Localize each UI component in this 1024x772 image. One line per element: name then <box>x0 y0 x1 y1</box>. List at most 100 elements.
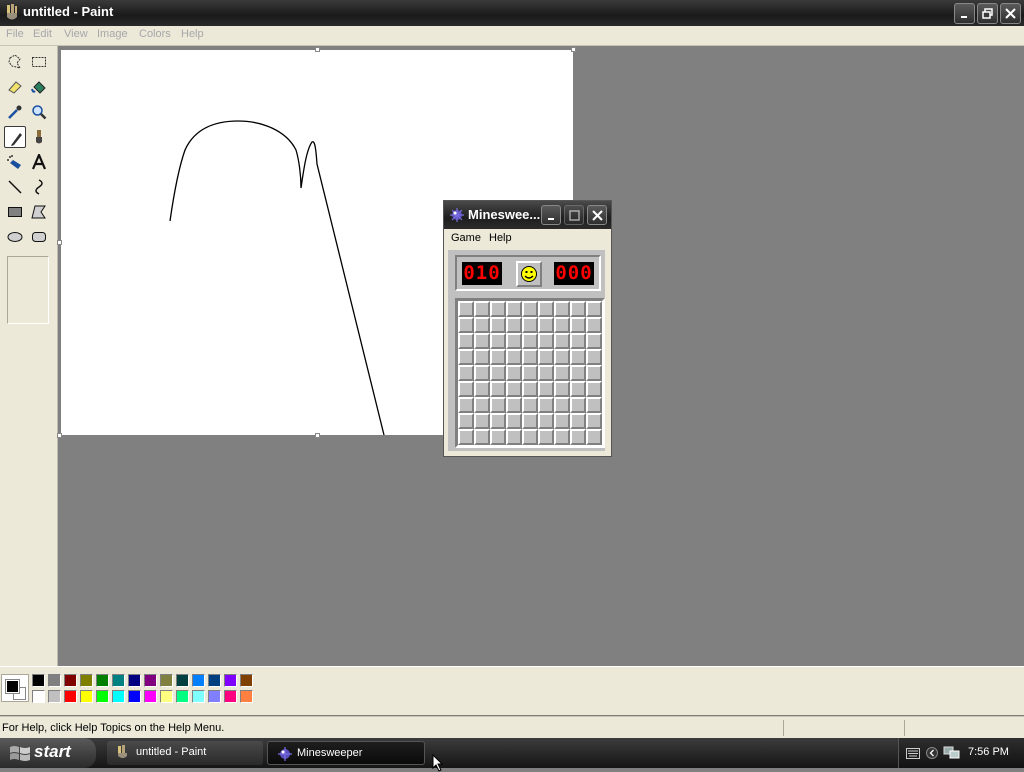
tool-options-box[interactable] <box>7 256 49 324</box>
mine-cell[interactable] <box>554 413 570 429</box>
palette-swatch[interactable] <box>80 674 93 687</box>
mine-cell[interactable] <box>586 429 602 445</box>
mine-cell[interactable] <box>506 413 522 429</box>
menu-help[interactable]: Help <box>489 232 512 244</box>
taskbar-item-minesweeper[interactable]: Minesweeper <box>267 741 425 765</box>
fill-tool[interactable] <box>28 76 50 98</box>
mine-cell[interactable] <box>506 397 522 413</box>
mine-cell[interactable] <box>586 333 602 349</box>
mine-cell[interactable] <box>522 397 538 413</box>
mine-cell[interactable] <box>586 413 602 429</box>
palette-swatch[interactable] <box>96 674 109 687</box>
mine-cell[interactable] <box>570 349 586 365</box>
mine-cell[interactable] <box>458 413 474 429</box>
palette-swatch[interactable] <box>240 674 253 687</box>
palette-swatch[interactable] <box>144 690 157 703</box>
brush-tool[interactable] <box>28 126 50 148</box>
palette-swatch[interactable] <box>160 674 173 687</box>
menu-colors[interactable]: Colors <box>139 28 171 40</box>
palette-swatch[interactable] <box>48 690 61 703</box>
palette-swatch[interactable] <box>64 674 77 687</box>
mine-cell[interactable] <box>554 397 570 413</box>
mine-cell[interactable] <box>570 397 586 413</box>
palette-swatch[interactable] <box>32 690 45 703</box>
close-button[interactable] <box>587 205 607 225</box>
text-tool[interactable] <box>28 151 50 173</box>
palette-swatch[interactable] <box>96 690 109 703</box>
mine-cell[interactable] <box>490 413 506 429</box>
mine-cell[interactable] <box>554 381 570 397</box>
rounded-rectangle-tool[interactable] <box>28 226 50 248</box>
mine-cell[interactable] <box>522 301 538 317</box>
current-colors[interactable] <box>1 674 29 702</box>
free-form-select-tool[interactable] <box>4 51 26 73</box>
mine-cell[interactable] <box>554 365 570 381</box>
palette-swatch[interactable] <box>80 690 93 703</box>
mine-cell[interactable] <box>538 301 554 317</box>
mine-cell[interactable] <box>474 381 490 397</box>
mine-cell[interactable] <box>506 349 522 365</box>
show-hidden-icons-chevron-icon[interactable] <box>926 746 938 760</box>
mine-cell[interactable] <box>522 349 538 365</box>
close-button[interactable] <box>1000 3 1021 24</box>
mine-cell[interactable] <box>586 317 602 333</box>
menu-file[interactable]: File <box>6 28 24 40</box>
minesweeper-title-bar[interactable]: Minesweе... <box>444 201 611 229</box>
line-tool[interactable] <box>4 176 26 198</box>
mine-cell[interactable] <box>458 317 474 333</box>
canvas-resize-handle[interactable] <box>315 433 320 438</box>
keyboard-icon[interactable] <box>906 748 920 760</box>
mine-cell[interactable] <box>490 365 506 381</box>
mine-cell[interactable] <box>554 429 570 445</box>
palette-swatch[interactable] <box>160 690 173 703</box>
polygon-tool[interactable] <box>28 201 50 223</box>
airbrush-tool[interactable] <box>4 151 26 173</box>
mine-cell[interactable] <box>506 429 522 445</box>
palette-swatch[interactable] <box>128 690 141 703</box>
pencil-tool[interactable] <box>4 126 26 148</box>
mine-cell[interactable] <box>522 413 538 429</box>
network-icon[interactable] <box>943 745 961 761</box>
mine-cell[interactable] <box>458 349 474 365</box>
mine-cell[interactable] <box>490 349 506 365</box>
ellipse-tool[interactable] <box>4 226 26 248</box>
mine-cell[interactable] <box>490 397 506 413</box>
mine-cell[interactable] <box>490 429 506 445</box>
mine-cell[interactable] <box>554 317 570 333</box>
eraser-tool[interactable] <box>4 76 26 98</box>
palette-swatch[interactable] <box>176 690 189 703</box>
mine-cell[interactable] <box>538 381 554 397</box>
start-button[interactable]: start <box>0 738 96 768</box>
mine-cell[interactable] <box>554 301 570 317</box>
mine-cell[interactable] <box>538 413 554 429</box>
mine-cell[interactable] <box>490 301 506 317</box>
menu-help[interactable]: Help <box>181 28 204 40</box>
mine-cell[interactable] <box>586 397 602 413</box>
mine-cell[interactable] <box>490 317 506 333</box>
mine-cell[interactable] <box>586 381 602 397</box>
curve-tool[interactable] <box>28 176 50 198</box>
mine-cell[interactable] <box>586 301 602 317</box>
mine-cell[interactable] <box>538 365 554 381</box>
new-game-button[interactable] <box>516 261 542 287</box>
mine-cell[interactable] <box>474 429 490 445</box>
palette-swatch[interactable] <box>32 674 45 687</box>
mine-cell[interactable] <box>570 413 586 429</box>
mine-cell[interactable] <box>586 365 602 381</box>
mine-cell[interactable] <box>538 397 554 413</box>
palette-swatch[interactable] <box>224 674 237 687</box>
taskbar-item-paint[interactable]: untitled - Paint <box>107 741 263 765</box>
mine-cell[interactable] <box>538 333 554 349</box>
mine-cell[interactable] <box>458 301 474 317</box>
mine-cell[interactable] <box>538 317 554 333</box>
palette-swatch[interactable] <box>208 674 221 687</box>
palette-swatch[interactable] <box>112 690 125 703</box>
canvas-resize-handle[interactable] <box>57 433 62 438</box>
palette-swatch[interactable] <box>128 674 141 687</box>
menu-game[interactable]: Game <box>451 232 481 244</box>
menu-edit[interactable]: Edit <box>33 28 52 40</box>
mine-cell[interactable] <box>490 333 506 349</box>
mine-cell[interactable] <box>570 381 586 397</box>
magnifier-tool[interactable] <box>28 101 50 123</box>
canvas-resize-handle[interactable] <box>571 47 576 52</box>
